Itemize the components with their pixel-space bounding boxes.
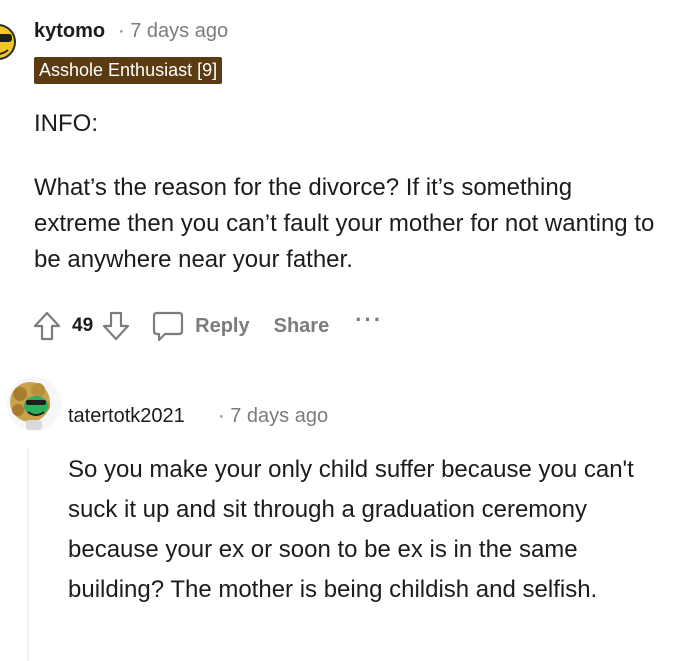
- share-button[interactable]: Share: [274, 315, 330, 338]
- user-flair: Asshole Enthusiast [9]: [34, 57, 223, 84]
- arrow-up-icon: [33, 311, 61, 341]
- comment-paragraph: INFO:: [34, 110, 98, 137]
- ellipsis-icon[interactable]: ···: [355, 307, 383, 333]
- speech-bubble-icon: [153, 311, 184, 342]
- arrow-down-icon: [103, 311, 130, 341]
- reply-label: Reply: [195, 314, 250, 337]
- comment-paragraph: What’s the reason for the divorce? If it…: [34, 174, 655, 273]
- comment-body: So you make your only child suffer becau…: [68, 456, 634, 603]
- comment-author[interactable]: tatertotk2021: [68, 405, 185, 428]
- comment-action-bar: 49 Reply Share ···: [30, 306, 383, 346]
- user-avatar[interactable]: [6, 376, 62, 432]
- comment-author[interactable]: kytomo: [34, 20, 105, 43]
- meta-separator: ·: [118, 20, 125, 42]
- vote-count: 49: [72, 315, 94, 336]
- reply-button[interactable]: Reply: [151, 309, 250, 343]
- time-ago[interactable]: 7 days ago: [230, 405, 328, 427]
- downvote-button[interactable]: [99, 309, 133, 343]
- comment-timestamp: · 7 days ago: [118, 20, 228, 43]
- user-avatar[interactable]: [0, 14, 22, 70]
- comment-timestamp: · 7 days ago: [218, 405, 328, 428]
- meta-separator: ·: [218, 405, 225, 427]
- comment-thread: kytomo · 7 days ago Asshole Enthusiast […: [0, 0, 700, 661]
- thread-line[interactable]: [27, 448, 29, 661]
- time-ago[interactable]: 7 days ago: [130, 20, 228, 42]
- upvote-button[interactable]: [30, 309, 64, 343]
